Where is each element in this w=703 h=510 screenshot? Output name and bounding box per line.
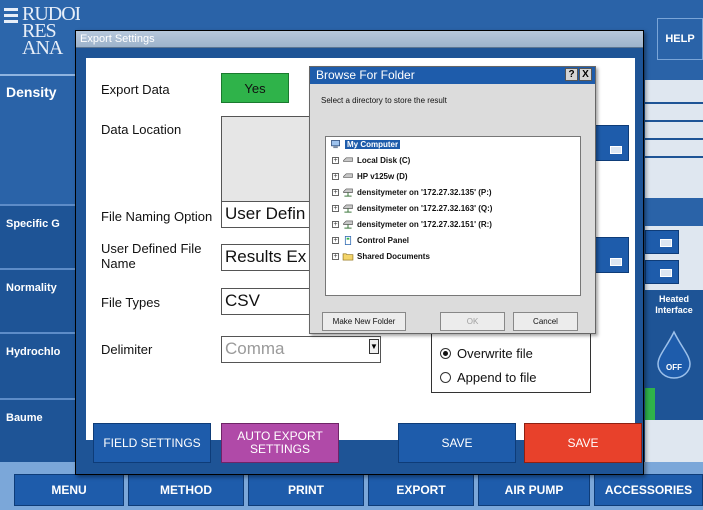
- disk-icon: [660, 269, 672, 277]
- export-settings-title: Export Settings: [76, 31, 643, 48]
- left-label-hydrochloric[interactable]: Hydrochlo: [0, 332, 78, 384]
- keyboard-icon: [610, 258, 622, 266]
- expand-plus-icon[interactable]: +: [332, 189, 339, 196]
- tree-item-network-q[interactable]: + densitymeter on '172.27.32.163' (Q:): [332, 204, 492, 213]
- tree-label-my-computer: My Computer: [345, 140, 401, 149]
- control-panel-icon: [344, 236, 352, 245]
- nav-print-button[interactable]: PRINT: [248, 474, 364, 506]
- network-drive-icon: [343, 220, 353, 229]
- logo-line-3: ANA: [22, 37, 63, 59]
- company-logo: RUDOLPH RES ANA: [0, 0, 80, 74]
- file-write-mode-group: Overwrite file Append to file: [431, 332, 591, 393]
- make-new-folder-button[interactable]: Make New Folder: [322, 312, 406, 331]
- browse-location-button[interactable]: [591, 125, 629, 161]
- browse-title-bar: Browse For Folder ? X: [310, 67, 595, 84]
- expand-plus-icon[interactable]: +: [332, 173, 339, 180]
- browse-for-folder-dialog: Browse For Folder ? X Select a directory…: [309, 66, 596, 334]
- keyboard-button[interactable]: [591, 237, 629, 273]
- network-drive-icon: [343, 188, 353, 197]
- tree-label-local-disk: Local Disk (C): [357, 156, 411, 165]
- right-green-edge: [645, 388, 655, 420]
- cancel-button[interactable]: Cancel: [513, 312, 578, 331]
- right-panel-3: [645, 122, 703, 138]
- right-mini-button-1[interactable]: [645, 230, 679, 254]
- nav-air-pump-button[interactable]: AIR PUMP: [478, 474, 590, 506]
- file-types-label: File Types: [101, 295, 161, 310]
- tree-label-network-q: densitymeter on '172.27.32.163' (Q:): [357, 204, 493, 213]
- export-data-label: Export Data: [101, 82, 170, 97]
- computer-icon: [331, 140, 340, 149]
- tree-label-hp-drive: HP v125w (D): [357, 172, 408, 181]
- left-label-baume[interactable]: Baume: [0, 398, 78, 462]
- field-settings-button[interactable]: FIELD SETTINGS: [93, 423, 211, 463]
- folder-browse-icon: [610, 146, 622, 154]
- radio-append-label: Append to file: [457, 370, 537, 385]
- drive-icon: [343, 173, 353, 178]
- radio-overwrite-row[interactable]: Overwrite file: [440, 346, 533, 361]
- heated-interface-label: Heated Interface: [645, 290, 703, 326]
- tree-label-network-p: densitymeter on '172.27.32.135' (P:): [357, 188, 492, 197]
- expand-plus-icon[interactable]: +: [332, 237, 339, 244]
- folder-icon: [342, 253, 354, 261]
- radio-append[interactable]: [440, 372, 451, 383]
- delimiter-select[interactable]: Comma: [221, 336, 381, 363]
- tree-item-shared-documents[interactable]: + Shared Documents: [332, 252, 430, 261]
- tree-item-local-disk[interactable]: + Local Disk (C): [332, 156, 410, 165]
- tree-item-network-p[interactable]: + densitymeter on '172.27.32.135' (P:): [332, 188, 492, 197]
- help-button[interactable]: HELP: [657, 18, 703, 60]
- network-drive-icon: [343, 204, 353, 213]
- ok-button[interactable]: OK: [440, 312, 505, 331]
- off-label: OFF: [666, 363, 682, 372]
- tree-label-shared-documents: Shared Documents: [357, 252, 430, 261]
- tree-item-my-computer[interactable]: My Computer: [330, 140, 401, 149]
- browse-instruction: Select a directory to store the result: [321, 96, 447, 105]
- user-defined-label: User Defined File Name: [101, 241, 202, 271]
- save-red-button[interactable]: SAVE: [524, 423, 642, 463]
- file-naming-label: File Naming Option: [101, 209, 213, 224]
- heater-off-drop-icon[interactable]: OFF: [654, 330, 694, 380]
- left-label-density[interactable]: Density: [0, 74, 78, 204]
- auto-export-settings-button[interactable]: AUTO EXPORT SETTINGS: [221, 423, 339, 463]
- tree-label-network-r: densitymeter on '172.27.32.151' (R:): [357, 220, 492, 229]
- tree-label-control-panel: Control Panel: [357, 236, 410, 245]
- nav-menu-button[interactable]: MENU: [14, 474, 124, 506]
- right-strip-2: [645, 198, 703, 226]
- left-label-normality[interactable]: Normality: [0, 268, 78, 320]
- tree-item-network-r[interactable]: + densitymeter on '172.27.32.151' (R:): [332, 220, 492, 229]
- delimiter-dropdown-arrow-icon[interactable]: ▼: [369, 339, 379, 354]
- tree-item-control-panel[interactable]: + Control Panel: [332, 236, 409, 245]
- expand-plus-icon[interactable]: +: [332, 157, 339, 164]
- export-data-yes-button[interactable]: Yes: [221, 73, 289, 103]
- disk-icon: [660, 239, 672, 247]
- right-panel-4: [645, 140, 703, 156]
- drive-icon: [343, 157, 353, 162]
- nav-export-button[interactable]: EXPORT: [368, 474, 474, 506]
- nav-accessories-button[interactable]: ACCESSORIES: [594, 474, 703, 506]
- radio-overwrite[interactable]: [440, 348, 451, 359]
- browse-title: Browse For Folder: [316, 68, 415, 82]
- right-panel-1: [645, 80, 703, 102]
- radio-overwrite-label: Overwrite file: [457, 346, 533, 361]
- expand-plus-icon[interactable]: +: [332, 205, 339, 212]
- left-label-specific-gravity[interactable]: Specific G: [0, 204, 78, 256]
- close-x-button[interactable]: X: [579, 68, 592, 81]
- tree-item-hp-drive[interactable]: + HP v125w (D): [332, 172, 408, 181]
- right-panel-2: [645, 104, 703, 120]
- radio-append-row[interactable]: Append to file: [440, 370, 537, 385]
- delimiter-label: Delimiter: [101, 342, 153, 357]
- folder-tree: My Computer + Local Disk (C) + HP v125w …: [325, 136, 581, 296]
- help-question-button[interactable]: ?: [565, 68, 578, 81]
- right-mini-button-2[interactable]: [645, 260, 679, 284]
- nav-method-button[interactable]: METHOD: [128, 474, 244, 506]
- data-location-label: Data Location: [101, 122, 182, 137]
- right-panel-5: [645, 158, 703, 198]
- right-panel-7: [645, 420, 703, 462]
- save-blue-button[interactable]: SAVE: [398, 423, 516, 463]
- expand-plus-icon[interactable]: +: [332, 221, 339, 228]
- right-strip-1: [645, 60, 703, 80]
- expand-plus-icon[interactable]: +: [332, 253, 339, 260]
